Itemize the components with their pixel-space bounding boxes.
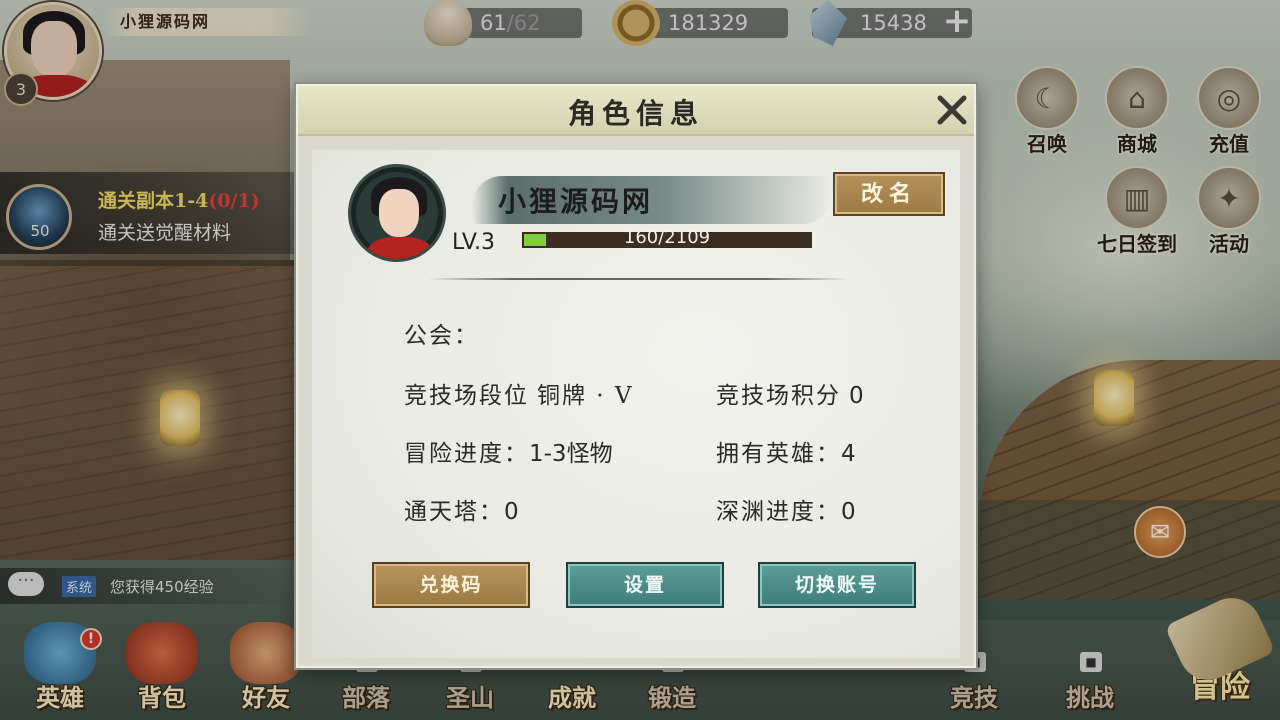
abyss-progress-value: 0 (841, 499, 856, 525)
exp-progress-bar: 160/2109 (522, 228, 812, 248)
dialog-title: 角色信息 (567, 97, 704, 130)
adventure-progress-info: 冒险进度：1-3怪物 (404, 434, 613, 468)
abyss-progress-label: 深渊进度： (716, 499, 841, 525)
arena-points-value: 0 (849, 383, 864, 409)
tower-value: 0 (504, 499, 519, 525)
guild-info: 公会： (404, 316, 479, 350)
arena-rank-label: 竞技场段位 (404, 383, 529, 409)
abyss-progress-info: 深渊进度：0 (716, 492, 856, 526)
profile-avatar (348, 164, 446, 262)
arena-points-info: 竞技场积分 0 (716, 376, 864, 410)
adventure-progress-value: 1-3怪物 (529, 441, 613, 467)
dialog-body: 小狸源码网 改名 LV.3 160/2109 公会： 竞技场段位 铜牌 · V 竞… (312, 150, 960, 658)
dialog-header: 角色信息 (298, 86, 974, 136)
arena-points-label: 竞技场积分 (716, 383, 841, 409)
close-icon (937, 95, 967, 125)
profile-name: 小狸源码网 (498, 185, 654, 218)
profile-level: LV.3 (452, 230, 496, 255)
divider (428, 278, 848, 280)
tower-label: 通天塔： (404, 499, 504, 525)
rename-button[interactable]: 改名 (833, 172, 945, 216)
heroes-owned-label: 拥有英雄： (716, 441, 841, 467)
arena-rank-info: 竞技场段位 铜牌 · V (404, 376, 634, 410)
guild-label: 公会： (404, 323, 479, 349)
arena-rank-value: 铜牌 · V (537, 383, 634, 409)
tower-info: 通天塔：0 (404, 492, 519, 526)
switch-account-button[interactable]: 切换账号 (758, 562, 916, 608)
character-info-dialog: 角色信息 小狸源码网 改名 LV.3 160/2109 公会： 竞技场段位 铜牌 … (296, 84, 976, 668)
heroes-owned-info: 拥有英雄：4 (716, 434, 856, 468)
redeem-code-button[interactable]: 兑换码 (372, 562, 530, 608)
heroes-owned-value: 4 (841, 441, 856, 467)
close-button[interactable] (932, 90, 972, 130)
adventure-progress-label: 冒险进度： (404, 441, 529, 467)
exp-progress-text: 160/2109 (623, 227, 711, 248)
settings-button[interactable]: 设置 (566, 562, 724, 608)
